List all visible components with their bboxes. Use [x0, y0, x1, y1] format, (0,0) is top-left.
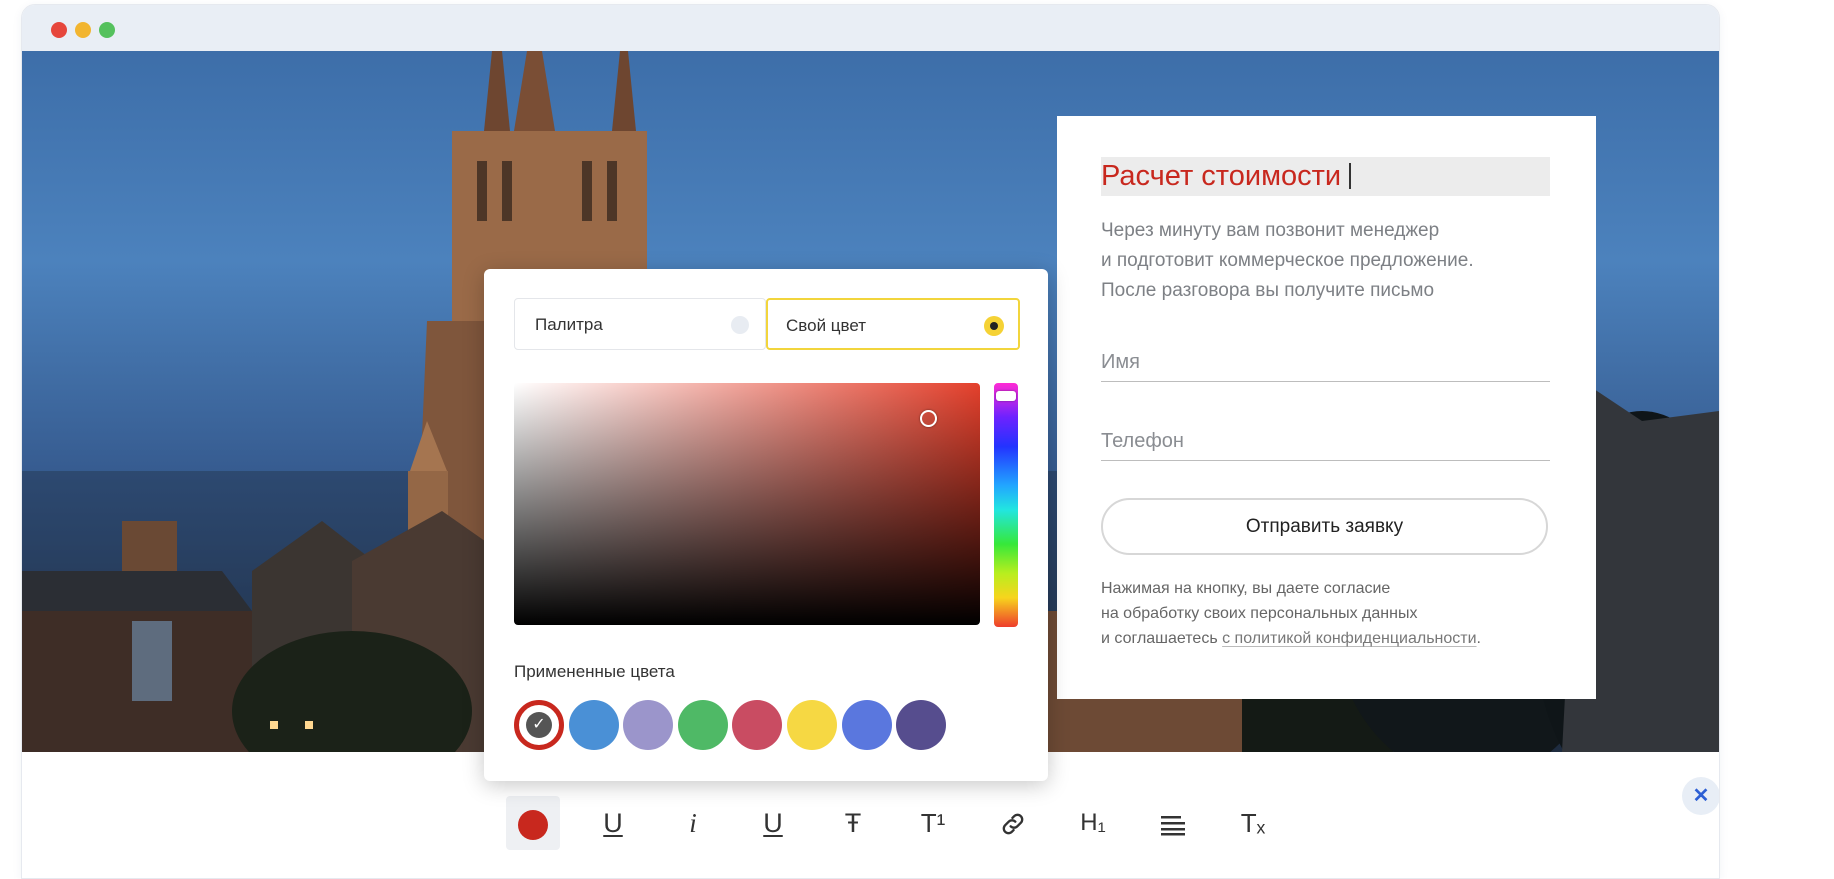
- clear-format-button[interactable]: Tₓ: [1226, 796, 1280, 850]
- form-title-editable[interactable]: Расчет стоимости: [1101, 157, 1550, 196]
- subtitle-line: После разговора вы получите письмо: [1101, 280, 1435, 301]
- minimize-window-dot[interactable]: [75, 22, 91, 38]
- submit-request-button[interactable]: Отправить заявку: [1101, 498, 1548, 555]
- underline-icon: U: [603, 808, 623, 838]
- tab-custom-color-label: Свой цвет: [786, 316, 867, 335]
- heading-button[interactable]: H₁: [1066, 796, 1120, 850]
- radio-selected-icon: [984, 316, 1004, 336]
- color-swatch[interactable]: ✓: [514, 700, 564, 750]
- align-left-icon: [1161, 816, 1185, 836]
- color-swatch[interactable]: [841, 700, 892, 750]
- color-swatch[interactable]: [787, 700, 837, 750]
- consent-text: Нажимая на кнопку, вы даете согласие на …: [1101, 576, 1571, 651]
- window-titlebar: [22, 5, 1719, 51]
- subtitle-line: и подготовит коммерческое предложение.: [1101, 250, 1474, 271]
- radio-unselected-icon: [731, 316, 749, 334]
- color-swatch[interactable]: [623, 700, 674, 750]
- tab-custom-color[interactable]: Свой цвет: [766, 298, 1020, 350]
- superscript-icon: T¹: [920, 808, 946, 838]
- check-icon: ✓: [526, 712, 552, 738]
- superscript-button[interactable]: T¹: [906, 796, 960, 850]
- applied-colors-label: Примененные цвета: [514, 662, 675, 681]
- color-picker-popup: Палитра Свой цвет Примененные цвета ✓: [484, 269, 1048, 781]
- strikethrough-icon: Ŧ: [844, 808, 862, 838]
- consent-line: Нажимая на кнопку, вы даете согласие: [1101, 580, 1391, 597]
- italic-button[interactable]: i: [666, 796, 720, 850]
- hue-slider[interactable]: [994, 383, 1018, 627]
- quote-form-card: Расчет стоимости Через минуту вам позвон…: [1057, 116, 1596, 699]
- heading-icon: H₁: [1080, 809, 1106, 836]
- consent-line-suffix: .: [1476, 630, 1481, 647]
- underline-alt-button[interactable]: U: [746, 796, 800, 850]
- underline-icon: U: [763, 808, 783, 838]
- link-icon: [1002, 813, 1024, 835]
- consent-line-prefix: и соглашаетесь: [1101, 630, 1223, 647]
- saturation-value-area[interactable]: [514, 383, 980, 625]
- text-color-button[interactable]: [506, 796, 560, 850]
- phone-field[interactable]: Телефон: [1101, 422, 1550, 461]
- privacy-policy-link[interactable]: с политикой конфиденциальности: [1222, 630, 1476, 647]
- sv-handle[interactable]: [920, 410, 937, 427]
- maximize-window-dot[interactable]: [99, 22, 115, 38]
- close-window-dot[interactable]: [51, 22, 67, 38]
- consent-line: и соглашаетесь с политикой конфиденциаль…: [1101, 626, 1571, 651]
- italic-icon: i: [689, 808, 697, 838]
- subtitle-line: Через минуту вам позвонит менеджер: [1101, 220, 1440, 241]
- tab-palette-label: Палитра: [535, 315, 603, 334]
- consent-line: на обработку своих персональных данных: [1101, 605, 1418, 622]
- text-cursor: [1349, 163, 1352, 189]
- align-button[interactable]: [1146, 796, 1200, 850]
- close-icon: ✕: [1692, 785, 1710, 807]
- color-dot-icon: [518, 810, 548, 840]
- color-swatch[interactable]: [732, 700, 783, 750]
- link-button[interactable]: [986, 796, 1040, 850]
- form-subtitle: Через минуту вам позвонит менеджер и под…: [1101, 216, 1561, 306]
- strikethrough-button[interactable]: Ŧ: [826, 796, 880, 850]
- color-swatch[interactable]: [677, 700, 728, 750]
- color-swatch[interactable]: [896, 700, 947, 750]
- underline-button[interactable]: U: [586, 796, 640, 850]
- name-field[interactable]: Имя: [1101, 343, 1550, 382]
- form-title-text: Расчет стоимости: [1101, 160, 1342, 192]
- tab-palette[interactable]: Палитра: [514, 298, 766, 350]
- hue-handle[interactable]: [996, 391, 1016, 401]
- clear-format-icon: Tₓ: [1240, 808, 1266, 838]
- color-swatch[interactable]: [568, 700, 619, 750]
- close-toolbar-button[interactable]: ✕: [1682, 777, 1719, 815]
